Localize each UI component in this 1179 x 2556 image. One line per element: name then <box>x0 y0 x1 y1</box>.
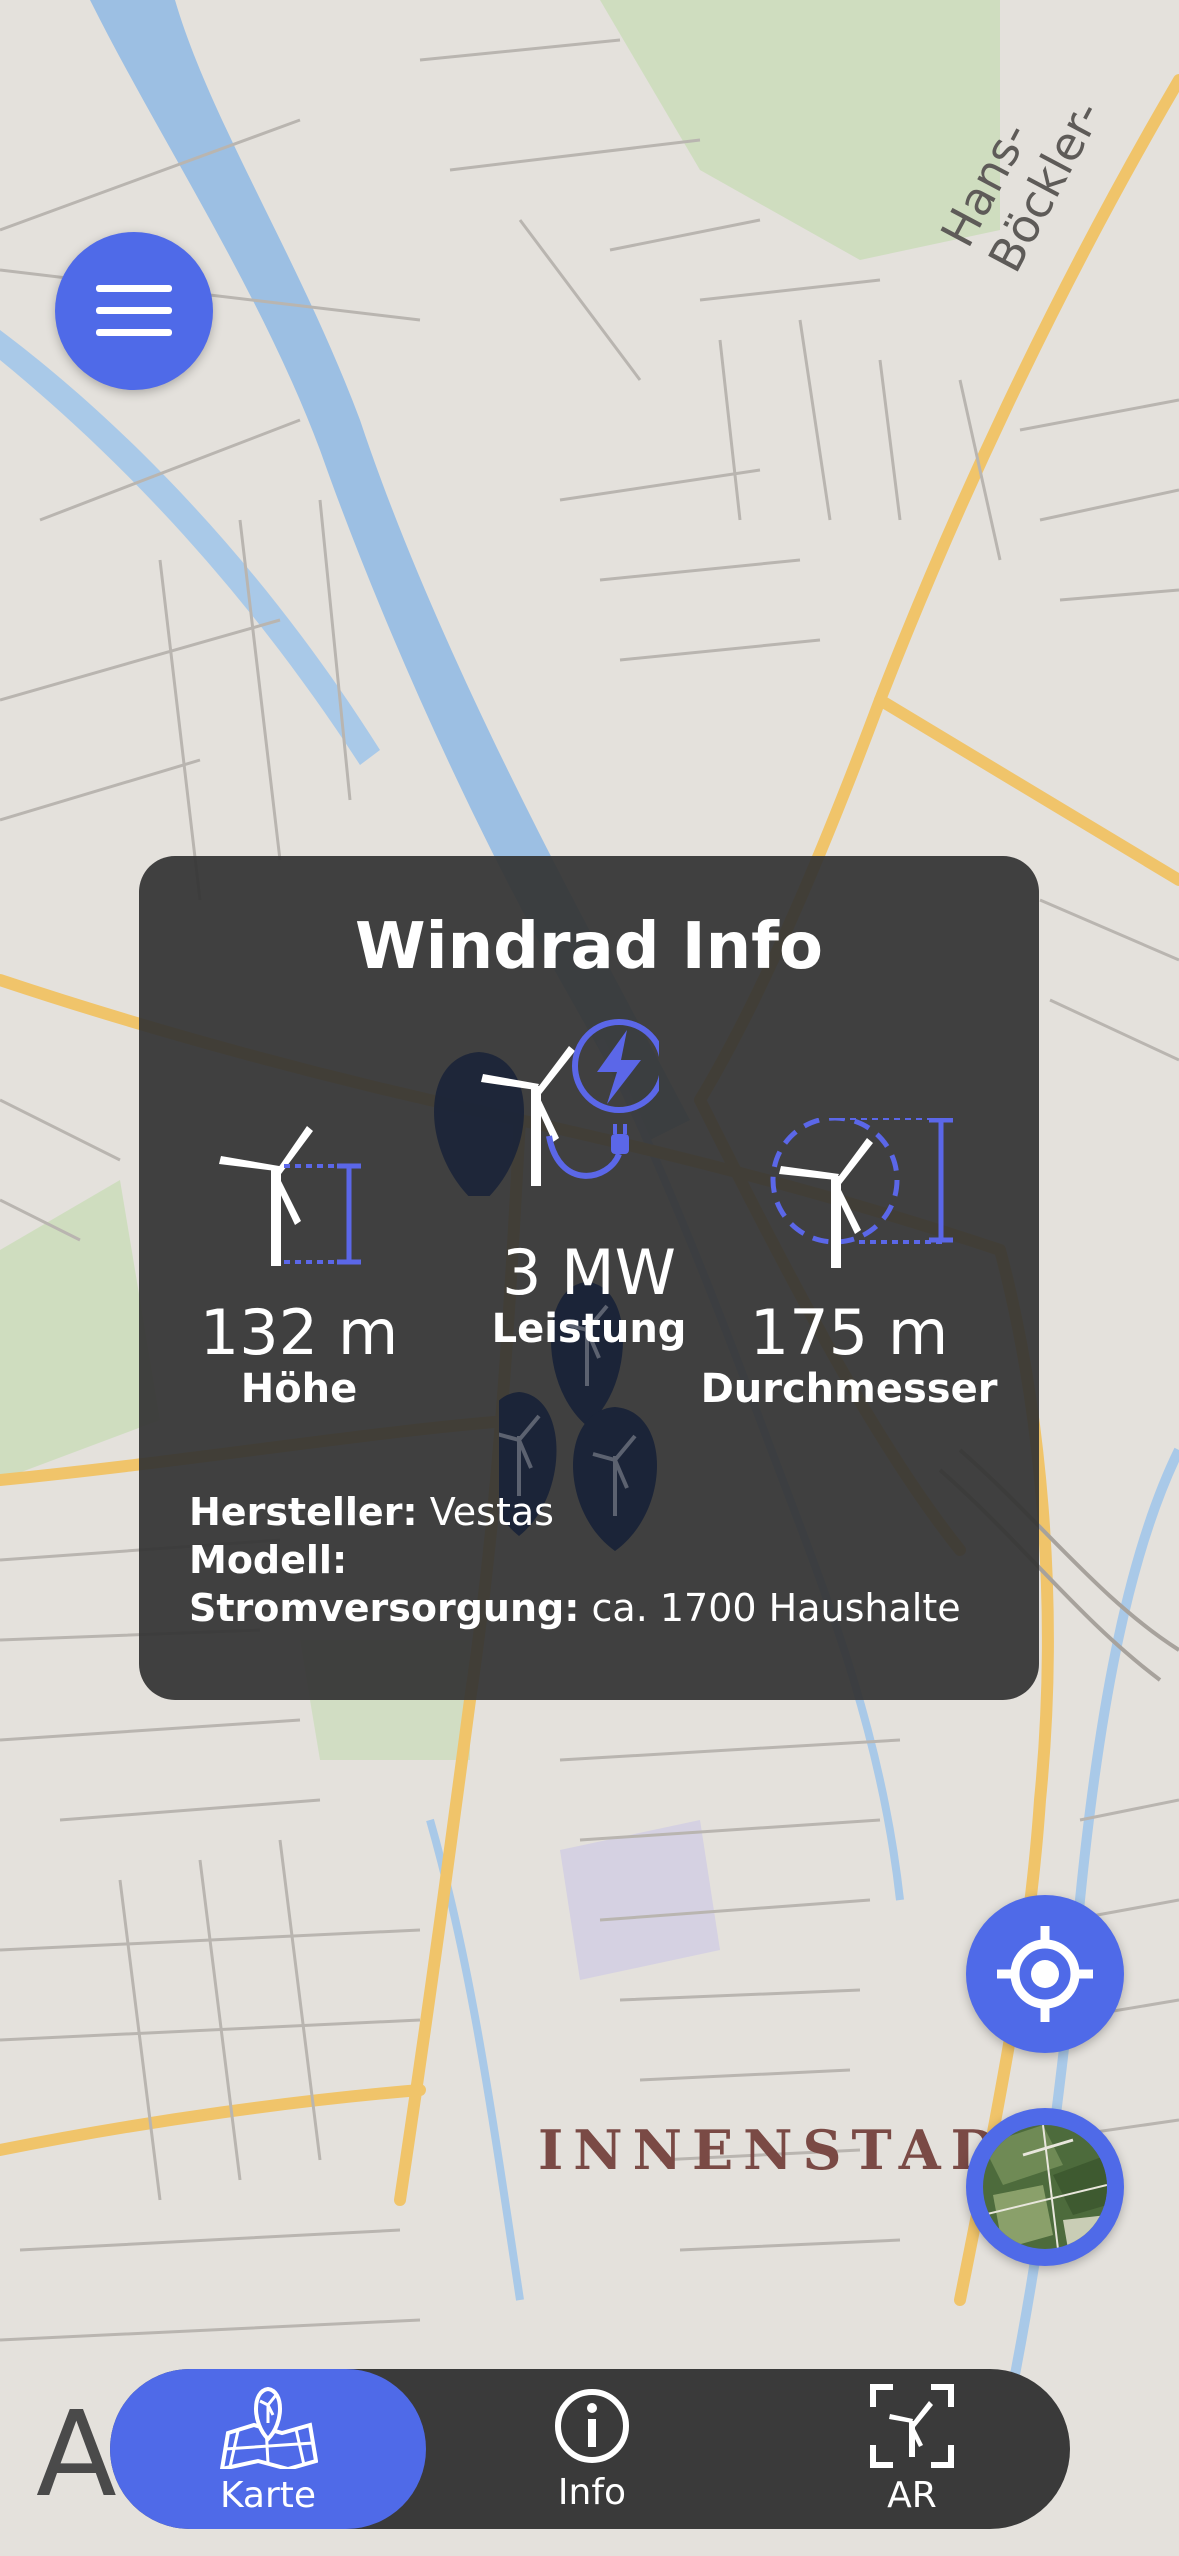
satellite-layer-icon <box>983 2125 1107 2249</box>
nav-label-info: Info <box>557 2471 627 2513</box>
nav-tab-ar[interactable]: AR <box>754 2369 1070 2529</box>
info-icon <box>555 2388 629 2463</box>
model-row: Modell: <box>189 1538 347 1582</box>
height-value: 132 m <box>199 1296 399 1369</box>
manufacturer-label: Hersteller: <box>189 1490 418 1534</box>
supply-value: ca. 1700 Haushalte <box>591 1586 961 1630</box>
map-turbine-icon <box>219 2386 318 2469</box>
diameter-value: 175 m <box>749 1296 949 1369</box>
nav-label-karte: Karte <box>219 2474 317 2516</box>
nav-tab-info[interactable]: Info <box>434 2369 750 2529</box>
diameter-label: Durchmesser <box>700 1366 998 1412</box>
panel-title: Windrad Info <box>355 910 823 984</box>
power-label: Leistung <box>491 1306 687 1352</box>
windrad-info-panel: Windrad Info 132 m Höhe 3 MW Leistung 17… <box>139 856 1039 1700</box>
height-label: Höhe <box>240 1366 358 1412</box>
turbine-power-icon <box>434 1019 659 1196</box>
turbine-diameter-icon <box>770 1118 953 1268</box>
turbine-height-icon <box>219 1126 361 1266</box>
nav-tab-karte[interactable]: Karte <box>110 2369 426 2529</box>
power-value: 3 MW <box>502 1236 676 1309</box>
nav-label-ar: AR <box>887 2474 937 2516</box>
map-layer-toggle-button[interactable] <box>966 2108 1124 2266</box>
hamburger-icon <box>96 285 172 336</box>
menu-button[interactable] <box>55 232 213 390</box>
crosshair-icon <box>997 1926 1093 2022</box>
locate-button[interactable] <box>966 1895 1124 2053</box>
manufacturer-row: Hersteller: Vestas <box>189 1490 554 1534</box>
supply-row: Stromversorgung: ca. 1700 Haushalte <box>189 1586 961 1630</box>
ar-scan-icon <box>870 2383 954 2468</box>
manufacturer-value: Vestas <box>429 1490 554 1534</box>
supply-label: Stromversorgung: <box>189 1586 580 1630</box>
bottom-navigation: Karte Info AR <box>110 2369 1070 2529</box>
model-label: Modell: <box>189 1538 348 1582</box>
